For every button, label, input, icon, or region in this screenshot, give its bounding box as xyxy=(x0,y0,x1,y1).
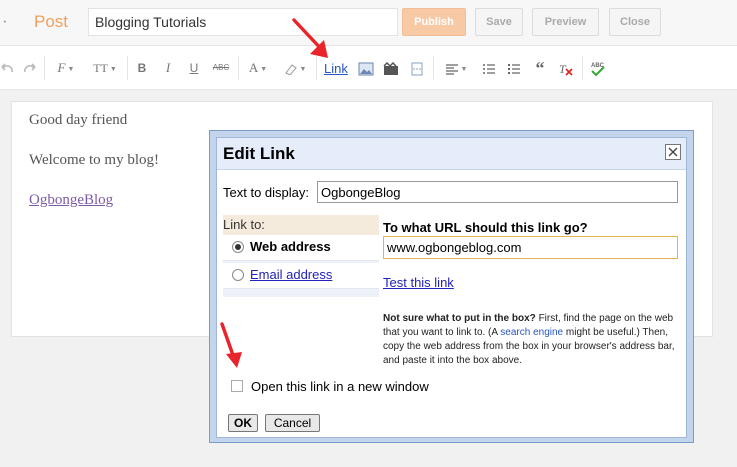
text-color-label: A xyxy=(248,60,259,75)
post-label: Post xyxy=(34,12,69,31)
annotation-arrow-icon xyxy=(220,322,242,368)
chevron-down-icon: ▼ xyxy=(260,65,268,74)
text-color-dropdown[interactable]: A ▼ xyxy=(244,58,272,78)
link-to-label: Link to: xyxy=(223,217,265,232)
underline-button[interactable]: U xyxy=(186,58,202,78)
toolbar-divider xyxy=(582,56,583,80)
toolbar-divider xyxy=(127,56,128,80)
ok-button[interactable]: OK xyxy=(228,414,258,432)
toolbar-divider xyxy=(44,56,45,80)
font-label: F xyxy=(57,60,66,75)
formatting-toolbar: F ▼ TT ▼ B I U ABC A ▼ ▼ Link ▼ “ T ABC xyxy=(0,46,737,90)
close-button[interactable]: Close xyxy=(609,8,661,36)
cancel-button[interactable]: Cancel xyxy=(265,414,320,432)
alignment-dropdown[interactable]: ▼ xyxy=(441,58,471,78)
dialog-title-bar: Edit Link xyxy=(217,138,686,170)
web-address-label: Web address xyxy=(250,239,331,254)
email-address-link[interactable]: Email address xyxy=(250,267,332,282)
italic-button[interactable]: I xyxy=(160,58,176,78)
svg-text:T: T xyxy=(559,62,567,76)
url-input[interactable] xyxy=(383,236,678,259)
remove-formatting-icon[interactable]: T xyxy=(556,58,576,78)
numbered-list-icon[interactable] xyxy=(480,58,498,78)
link-button[interactable]: Link xyxy=(324,61,348,76)
bold-button[interactable]: B xyxy=(134,58,150,78)
editor-link-text[interactable]: OgbongeBlog xyxy=(29,192,113,209)
blogger-editor-screen: · Post Publish Save Preview Close F▼ TT▼… xyxy=(0,0,737,467)
link-to-header: Link to: xyxy=(223,215,379,235)
text-to-display-label: Text to display: xyxy=(223,185,309,200)
insert-jump-break-icon[interactable] xyxy=(408,58,426,78)
insert-video-icon[interactable] xyxy=(382,58,400,78)
link-type-panel: Link to: Web address Email address xyxy=(223,215,379,297)
header-ellipsis: · xyxy=(2,12,8,31)
chevron-down-icon: ▼ xyxy=(299,65,307,74)
chevron-down-icon: ▼ xyxy=(67,65,75,74)
search-engine-link[interactable]: search engine xyxy=(500,327,563,338)
align-left-icon xyxy=(445,64,458,75)
highlighter-icon xyxy=(284,64,297,76)
insert-image-icon[interactable] xyxy=(357,58,375,78)
close-icon[interactable] xyxy=(665,144,681,160)
redo-icon[interactable] xyxy=(22,58,38,78)
new-window-label: Open this link in a new window xyxy=(251,379,429,394)
editor-paragraph: Welcome to my blog! xyxy=(29,152,160,168)
annotation-arrow-icon xyxy=(292,18,328,58)
email-address-option[interactable]: Email address xyxy=(223,263,379,289)
quote-icon[interactable]: “ xyxy=(531,58,549,78)
test-link-link[interactable]: Test this link xyxy=(383,275,454,290)
web-address-option[interactable]: Web address xyxy=(223,235,379,261)
bulleted-list-icon[interactable] xyxy=(505,58,523,78)
chevron-down-icon: ▼ xyxy=(460,65,468,74)
url-help-text: Not sure what to put in the box? First, … xyxy=(383,312,679,368)
editor-paragraph: Good day friend xyxy=(29,112,128,128)
help-question: Not sure what to put in the box? xyxy=(383,313,536,324)
new-window-checkbox[interactable] xyxy=(231,380,243,392)
email-address-radio[interactable] xyxy=(232,269,244,281)
strikethrough-button[interactable]: ABC xyxy=(210,58,232,78)
spell-check-icon[interactable]: ABC xyxy=(588,58,608,78)
preview-button[interactable]: Preview xyxy=(532,8,599,36)
dialog-title: Edit Link xyxy=(223,144,295,163)
font-size-label: TT xyxy=(93,61,108,75)
font-family-dropdown[interactable]: F ▼ xyxy=(54,58,78,78)
post-title-input[interactable] xyxy=(88,8,398,36)
publish-button[interactable]: Publish xyxy=(402,8,466,36)
edit-link-dialog: Edit Link Text to display: Link to: Web … xyxy=(209,130,694,443)
post-header-bar: · Post Publish Save Preview Close xyxy=(0,0,737,46)
toolbar-divider xyxy=(433,56,434,80)
font-size-dropdown[interactable]: TT ▼ xyxy=(90,58,120,78)
chevron-down-icon: ▼ xyxy=(109,65,117,74)
url-question-label: To what URL should this link go? xyxy=(383,220,588,235)
toolbar-divider xyxy=(238,56,239,80)
save-button[interactable]: Save xyxy=(475,8,523,36)
undo-icon[interactable] xyxy=(0,58,14,78)
dialog-content: Edit Link Text to display: Link to: Web … xyxy=(216,137,687,438)
web-address-radio[interactable] xyxy=(232,241,244,253)
text-to-display-input[interactable] xyxy=(317,181,678,203)
